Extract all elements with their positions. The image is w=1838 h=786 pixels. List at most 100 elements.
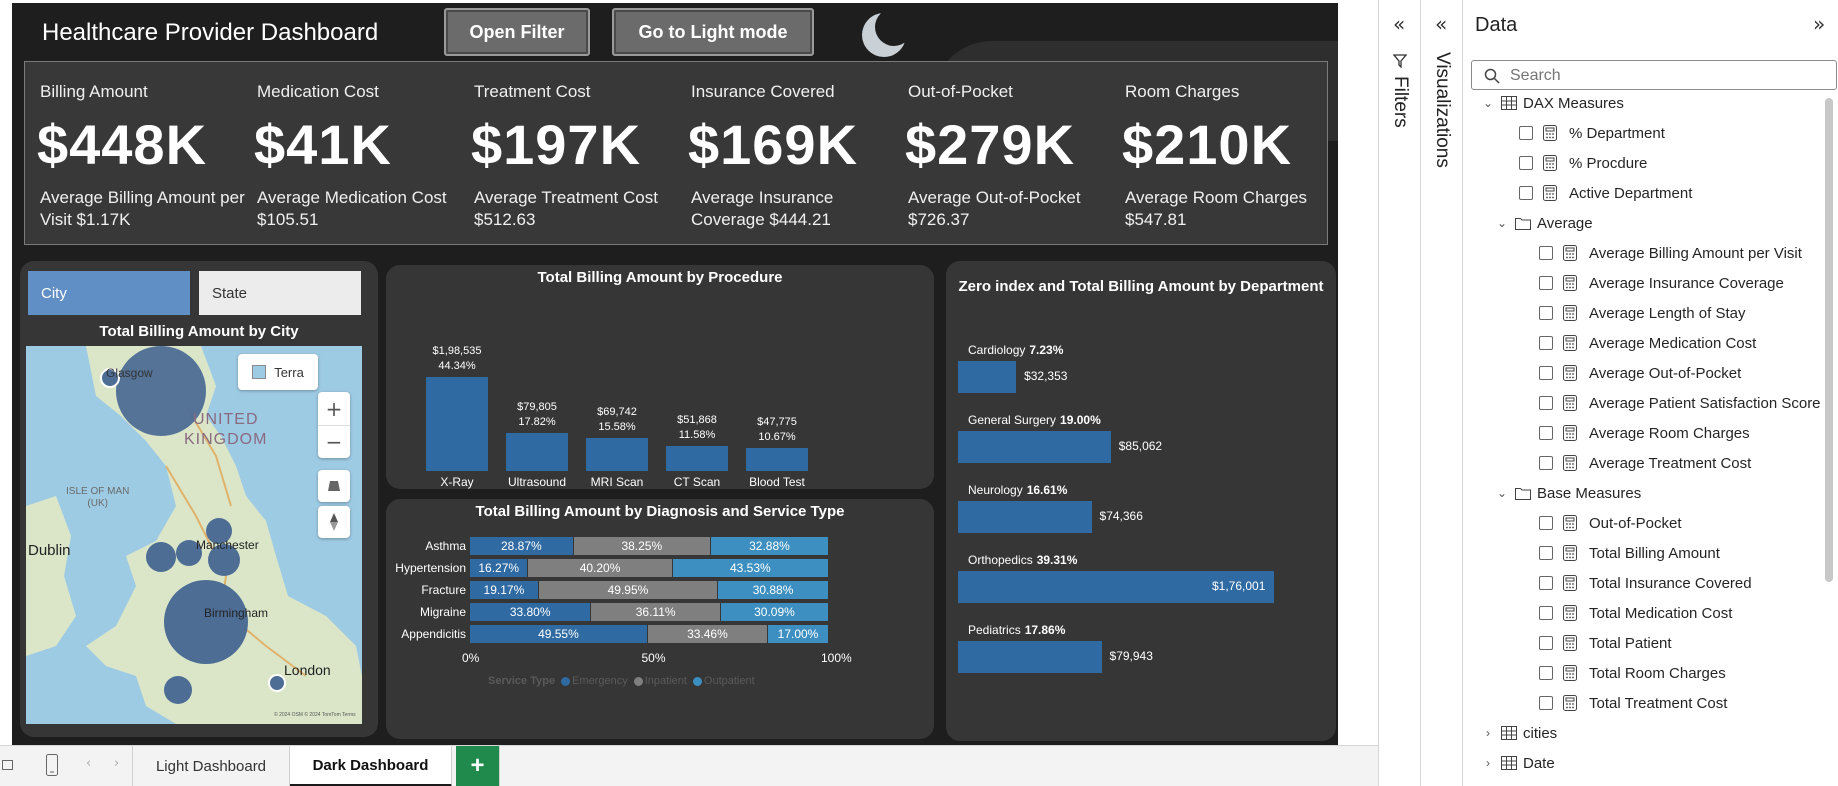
map-style-selector[interactable]: Terra xyxy=(238,354,318,390)
tree-measure[interactable]: Total Patient xyxy=(1539,631,1672,655)
collapse-filters-icon[interactable]: « xyxy=(1393,12,1405,36)
filters-pane[interactable]: « Filters xyxy=(1378,0,1420,786)
diagnosis-segment[interactable]: 16.27% xyxy=(470,559,528,577)
checkbox[interactable] xyxy=(1539,366,1553,380)
open-filter-button[interactable]: Open Filter xyxy=(444,8,590,56)
checkbox[interactable] xyxy=(1539,306,1553,320)
tree-measure[interactable]: Total Billing Amount xyxy=(1539,541,1720,565)
diagnosis-segment[interactable]: 33.46% xyxy=(647,625,767,643)
diagnosis-segment[interactable]: 38.25% xyxy=(573,537,710,555)
tree-measure[interactable]: Average Medication Cost xyxy=(1539,331,1756,355)
tree-measure[interactable]: Total Medication Cost xyxy=(1539,601,1732,625)
scroll-left-icon[interactable]: ‹ xyxy=(86,756,91,771)
tree-measure[interactable]: Average Room Charges xyxy=(1539,421,1750,445)
checkbox[interactable] xyxy=(1539,516,1553,530)
light-mode-button[interactable]: Go to Light mode xyxy=(612,8,814,56)
chevron-right-icon[interactable]: › xyxy=(1481,726,1495,740)
checkbox[interactable] xyxy=(1539,666,1553,680)
tree-table[interactable]: › cities xyxy=(1481,721,1557,745)
diagnosis-segment[interactable]: 36.11% xyxy=(591,603,720,621)
search-input[interactable] xyxy=(1510,64,1830,88)
tree-measure[interactable]: Average Patient Satisfaction Score xyxy=(1539,391,1821,415)
diagnosis-segment[interactable]: 49.95% xyxy=(538,581,718,599)
tree-measure[interactable]: Total Treatment Cost xyxy=(1539,691,1727,715)
city-map[interactable]: Terra + − Glasgow UNITED KINGDOM ISLE OF… xyxy=(26,346,362,724)
department-bar[interactable] xyxy=(958,431,1111,463)
bubble-bristol[interactable] xyxy=(164,676,192,704)
checkbox[interactable] xyxy=(1539,276,1553,290)
tree-measure[interactable]: Total Room Charges xyxy=(1539,661,1726,685)
tree-measure[interactable]: Average Billing Amount per Visit xyxy=(1539,241,1802,265)
department-bar[interactable] xyxy=(958,501,1092,533)
procedure-bar[interactable] xyxy=(746,448,808,471)
diagnosis-segment[interactable]: 32.88% xyxy=(710,537,828,555)
tree-measure[interactable]: Total Insurance Covered xyxy=(1539,571,1752,595)
tree-measure[interactable]: Average Length of Stay xyxy=(1539,301,1746,325)
tree-measure[interactable]: % Procdure xyxy=(1519,151,1647,175)
desktop-layout-icon[interactable] xyxy=(2,758,16,774)
checkbox[interactable] xyxy=(1539,636,1553,650)
diagnosis-segment[interactable]: 19.17% xyxy=(470,581,538,599)
bubble-liverpool[interactable] xyxy=(146,542,176,572)
data-pane-scrollbar[interactable] xyxy=(1825,98,1833,582)
collapse-data-icon[interactable]: » xyxy=(1813,12,1825,36)
tree-table[interactable]: › Date xyxy=(1481,751,1555,775)
checkbox[interactable] xyxy=(1539,606,1553,620)
procedure-bar[interactable] xyxy=(666,446,728,471)
tree-folder-base-measures[interactable]: ⌄ Base Measures xyxy=(1495,481,1641,505)
compass-button[interactable] xyxy=(318,506,350,538)
checkbox[interactable] xyxy=(1539,246,1553,260)
tree-measure[interactable]: Active Department xyxy=(1519,181,1692,205)
checkbox[interactable] xyxy=(1539,576,1553,590)
mobile-layout-icon[interactable] xyxy=(46,754,58,776)
checkbox[interactable] xyxy=(1519,186,1533,200)
tab-dark-dashboard[interactable]: Dark Dashboard xyxy=(290,746,452,786)
diagnosis-segment[interactable]: 33.80% xyxy=(470,603,591,621)
zoom-out-button[interactable]: − xyxy=(318,425,350,458)
checkbox[interactable] xyxy=(1539,336,1553,350)
zoom-in-button[interactable]: + xyxy=(318,392,350,425)
checkbox[interactable] xyxy=(1539,696,1553,710)
tree-measure[interactable]: Average Treatment Cost xyxy=(1539,451,1751,475)
bubble-birmingham[interactable] xyxy=(164,580,248,664)
filters-label[interactable]: Filters xyxy=(1389,76,1411,128)
tree-measure[interactable]: Out-of-Pocket xyxy=(1539,511,1682,535)
tree-measure[interactable]: Average Insurance Coverage xyxy=(1539,271,1784,295)
chevron-right-icon[interactable]: › xyxy=(1481,756,1495,770)
moon-icon[interactable] xyxy=(860,11,908,59)
tree-measure[interactable]: % Department xyxy=(1519,121,1665,145)
tab-light-dashboard[interactable]: Light Dashboard xyxy=(132,746,290,786)
tree-measure[interactable]: Average Out-of-Pocket xyxy=(1539,361,1741,385)
checkbox[interactable] xyxy=(1539,396,1553,410)
state-toggle-button[interactable]: State xyxy=(199,271,361,315)
visualizations-label[interactable]: Visualizations xyxy=(1431,52,1453,168)
diagnosis-segment[interactable]: 40.20% xyxy=(528,559,672,577)
search-field[interactable] xyxy=(1471,60,1837,90)
checkbox[interactable] xyxy=(1519,126,1533,140)
diagnosis-segment[interactable]: 43.53% xyxy=(672,559,828,577)
department-bar[interactable] xyxy=(958,641,1102,673)
checkbox[interactable] xyxy=(1539,426,1553,440)
department-bar[interactable] xyxy=(958,361,1017,393)
diagnosis-segment[interactable]: 28.87% xyxy=(470,537,573,555)
tree-folder-average[interactable]: ⌄ Average xyxy=(1495,211,1593,235)
chevron-down-icon[interactable]: ⌄ xyxy=(1495,486,1509,500)
collapse-visualizations-icon[interactable]: « xyxy=(1435,12,1447,36)
diagnosis-segment[interactable]: 30.88% xyxy=(718,581,828,599)
procedure-bar[interactable] xyxy=(586,437,648,471)
city-toggle-button[interactable]: City xyxy=(28,271,190,315)
checkbox[interactable] xyxy=(1539,546,1553,560)
procedure-bar[interactable] xyxy=(506,433,568,471)
chevron-down-icon[interactable]: ⌄ xyxy=(1495,216,1509,230)
checkbox[interactable] xyxy=(1519,156,1533,170)
diagnosis-segment[interactable]: 49.55% xyxy=(470,625,647,643)
diagnosis-segment[interactable]: 30.09% xyxy=(720,603,828,621)
chevron-down-icon[interactable]: ⌄ xyxy=(1481,96,1495,110)
procedure-bar[interactable] xyxy=(426,377,488,471)
tilt-button[interactable] xyxy=(318,470,350,502)
scroll-right-icon[interactable]: › xyxy=(114,756,119,771)
diagnosis-segment[interactable]: 17.00% xyxy=(768,625,829,643)
add-page-button[interactable]: + xyxy=(456,746,500,786)
checkbox[interactable] xyxy=(1539,456,1553,470)
visualizations-pane[interactable]: « Visualizations xyxy=(1420,0,1462,786)
